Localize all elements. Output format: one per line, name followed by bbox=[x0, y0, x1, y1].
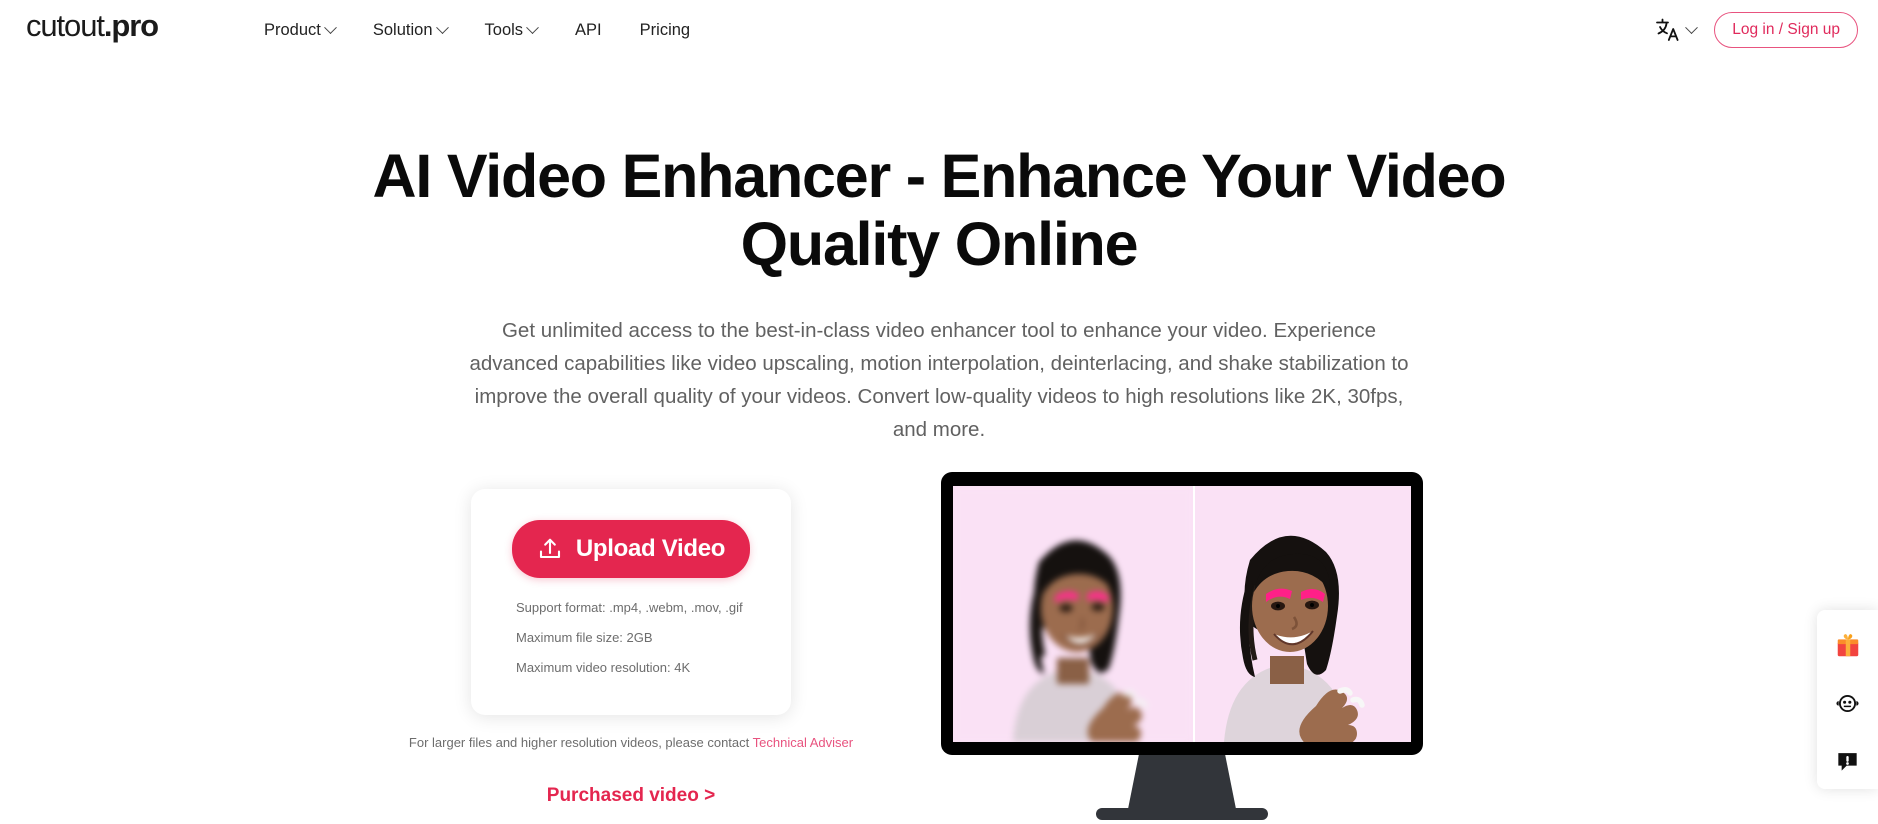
upload-video-button[interactable]: Upload Video bbox=[511, 520, 751, 578]
nav-item-product[interactable]: Product bbox=[264, 0, 354, 60]
nav-label: API bbox=[575, 20, 602, 39]
upload-card: Upload Video Support format: .mp4, .webm… bbox=[471, 489, 791, 715]
translate-icon bbox=[1655, 17, 1681, 43]
contact-text: For larger files and higher resolution v… bbox=[408, 735, 753, 750]
preview-before-panel bbox=[953, 486, 1193, 742]
nav-label: Solution bbox=[372, 20, 433, 39]
chevron-down-icon bbox=[435, 20, 449, 34]
customer-service-icon[interactable] bbox=[1831, 686, 1865, 720]
feedback-icon[interactable] bbox=[1831, 744, 1865, 778]
login-signup-button[interactable]: Log in / Sign up bbox=[1714, 12, 1858, 48]
nav-item-tools[interactable]: Tools bbox=[466, 0, 557, 60]
gift-icon[interactable] bbox=[1831, 628, 1865, 662]
language-switcher[interactable] bbox=[1649, 13, 1702, 47]
video-preview-monitor bbox=[941, 472, 1423, 824]
nav-item-solution[interactable]: Solution bbox=[354, 0, 466, 60]
chevron-down-icon bbox=[324, 20, 337, 34]
nav-item-pricing[interactable]: Pricing bbox=[621, 0, 709, 60]
note-max-video-resolution: Maximum video resolution: 4K bbox=[516, 660, 691, 675]
preview-after-panel bbox=[1193, 486, 1411, 742]
main-nav: Product Solution Tools API Pricing bbox=[264, 0, 709, 60]
logo-suffix: .pro bbox=[103, 8, 159, 43]
header-actions: Log in / Sign up bbox=[1649, 0, 1858, 60]
chevron-down-icon bbox=[1685, 20, 1699, 34]
nav-item-api[interactable]: API bbox=[556, 0, 621, 60]
contact-line: For larger files and higher resolution v… bbox=[400, 735, 862, 750]
floating-side-widget bbox=[1817, 610, 1878, 789]
logo-text: cutout bbox=[26, 8, 105, 43]
nav-label: Tools bbox=[484, 20, 524, 39]
page-title: AI Video Enhancer - Enhance Your Video Q… bbox=[372, 142, 1507, 278]
monitor-stand bbox=[1128, 755, 1236, 809]
purchased-video-link[interactable]: Purchased video > bbox=[400, 785, 862, 807]
upload-video-label: Upload Video bbox=[575, 535, 726, 562]
chevron-down-icon bbox=[526, 20, 539, 34]
technical-adviser-link[interactable]: Technical Adviser bbox=[753, 735, 853, 750]
monitor-stand-base bbox=[1096, 808, 1268, 820]
person-blurred bbox=[953, 486, 1193, 742]
note-support-format: Support format: .mp4, .webm, .mov, .gif bbox=[516, 600, 743, 615]
site-header: cutout.pro Product Solution Tools API Pr… bbox=[0, 0, 1878, 60]
nav-label: Pricing bbox=[639, 20, 691, 39]
logo[interactable]: cutout.pro bbox=[26, 8, 159, 43]
upload-notes: Support format: .mp4, .webm, .mov, .gif … bbox=[471, 600, 791, 690]
upload-icon bbox=[537, 536, 563, 562]
nav-label: Product bbox=[264, 20, 321, 39]
note-max-file-size: Maximum file size: 2GB bbox=[516, 630, 653, 645]
person-enhanced bbox=[1195, 486, 1411, 742]
monitor-screen bbox=[953, 486, 1411, 742]
page-subtitle: Get unlimited access to the best-in-clas… bbox=[469, 319, 1409, 441]
